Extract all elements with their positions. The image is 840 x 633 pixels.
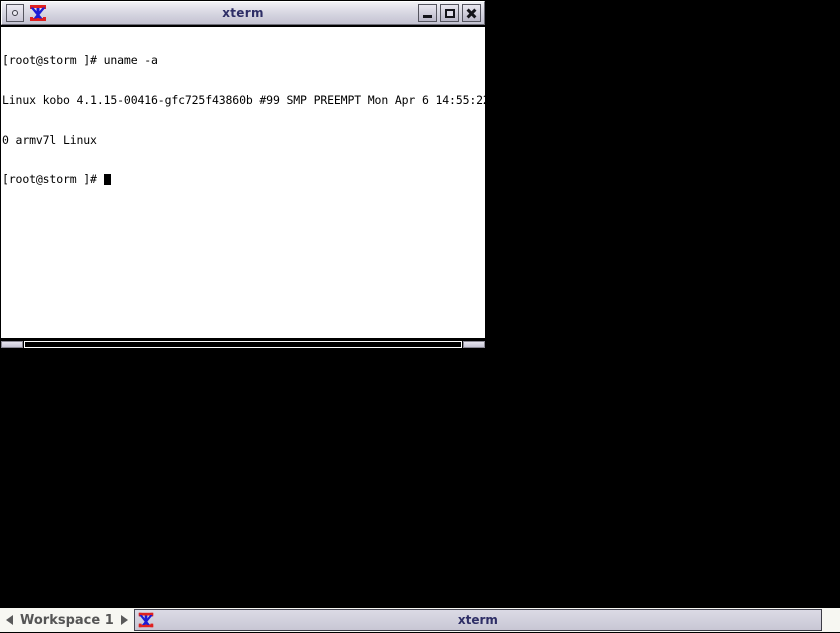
window-bottom-strip — [0, 338, 486, 350]
xterm-logo-icon — [137, 611, 155, 629]
terminal-line: [root@storm ]# uname -a — [2, 53, 158, 68]
terminal-screen[interactable]: [root@storm ]# uname -a Linux kobo 4.1.1… — [1, 27, 485, 338]
xterm-window: xterm [root@storm ]# uname -a Linux kobo… — [0, 0, 486, 350]
taskbar-item-xterm[interactable]: xterm — [133, 609, 822, 631]
maximize-icon — [444, 8, 455, 18]
window-menu-button[interactable] — [6, 4, 24, 22]
xterm-logo-icon — [28, 3, 48, 23]
resize-grip-right[interactable] — [463, 341, 485, 348]
terminal-line: Linux kobo 4.1.15-00416-gfc725f43860b #9… — [2, 93, 485, 107]
minimize-button[interactable] — [418, 4, 437, 22]
maximize-button[interactable] — [440, 4, 459, 22]
window-controls — [418, 4, 481, 22]
window-titlebar[interactable]: xterm — [1, 1, 485, 25]
workspace-label: Workspace 1 — [20, 612, 114, 628]
desktop: xterm [root@storm ]# uname -a Linux kobo… — [0, 0, 840, 632]
arrow-right-icon[interactable] — [120, 615, 128, 625]
window-title: xterm — [222, 6, 264, 20]
workspace-switcher: Workspace 1 — [0, 608, 134, 632]
close-button[interactable] — [462, 4, 481, 22]
terminal-cursor — [103, 174, 111, 186]
arrow-left-icon[interactable] — [6, 615, 13, 625]
terminal-line: 0 armv7l Linux — [2, 132, 97, 147]
resize-grip-left[interactable] — [1, 341, 23, 348]
close-icon — [466, 8, 477, 19]
horizontal-scroll-track[interactable] — [24, 341, 462, 348]
taskbar: Workspace 1 xterm — [0, 605, 840, 632]
terminal-prompt: [root@storm ]# — [2, 172, 104, 187]
minimize-icon — [423, 14, 432, 18]
terminal-prompt-line: [root@storm ]# — [2, 173, 485, 186]
taskbar-item-label: xterm — [457, 613, 498, 627]
window-menu-icon — [12, 10, 18, 16]
terminal-output: [root@storm ]# uname -a Linux kobo 4.1.1… — [1, 27, 485, 213]
